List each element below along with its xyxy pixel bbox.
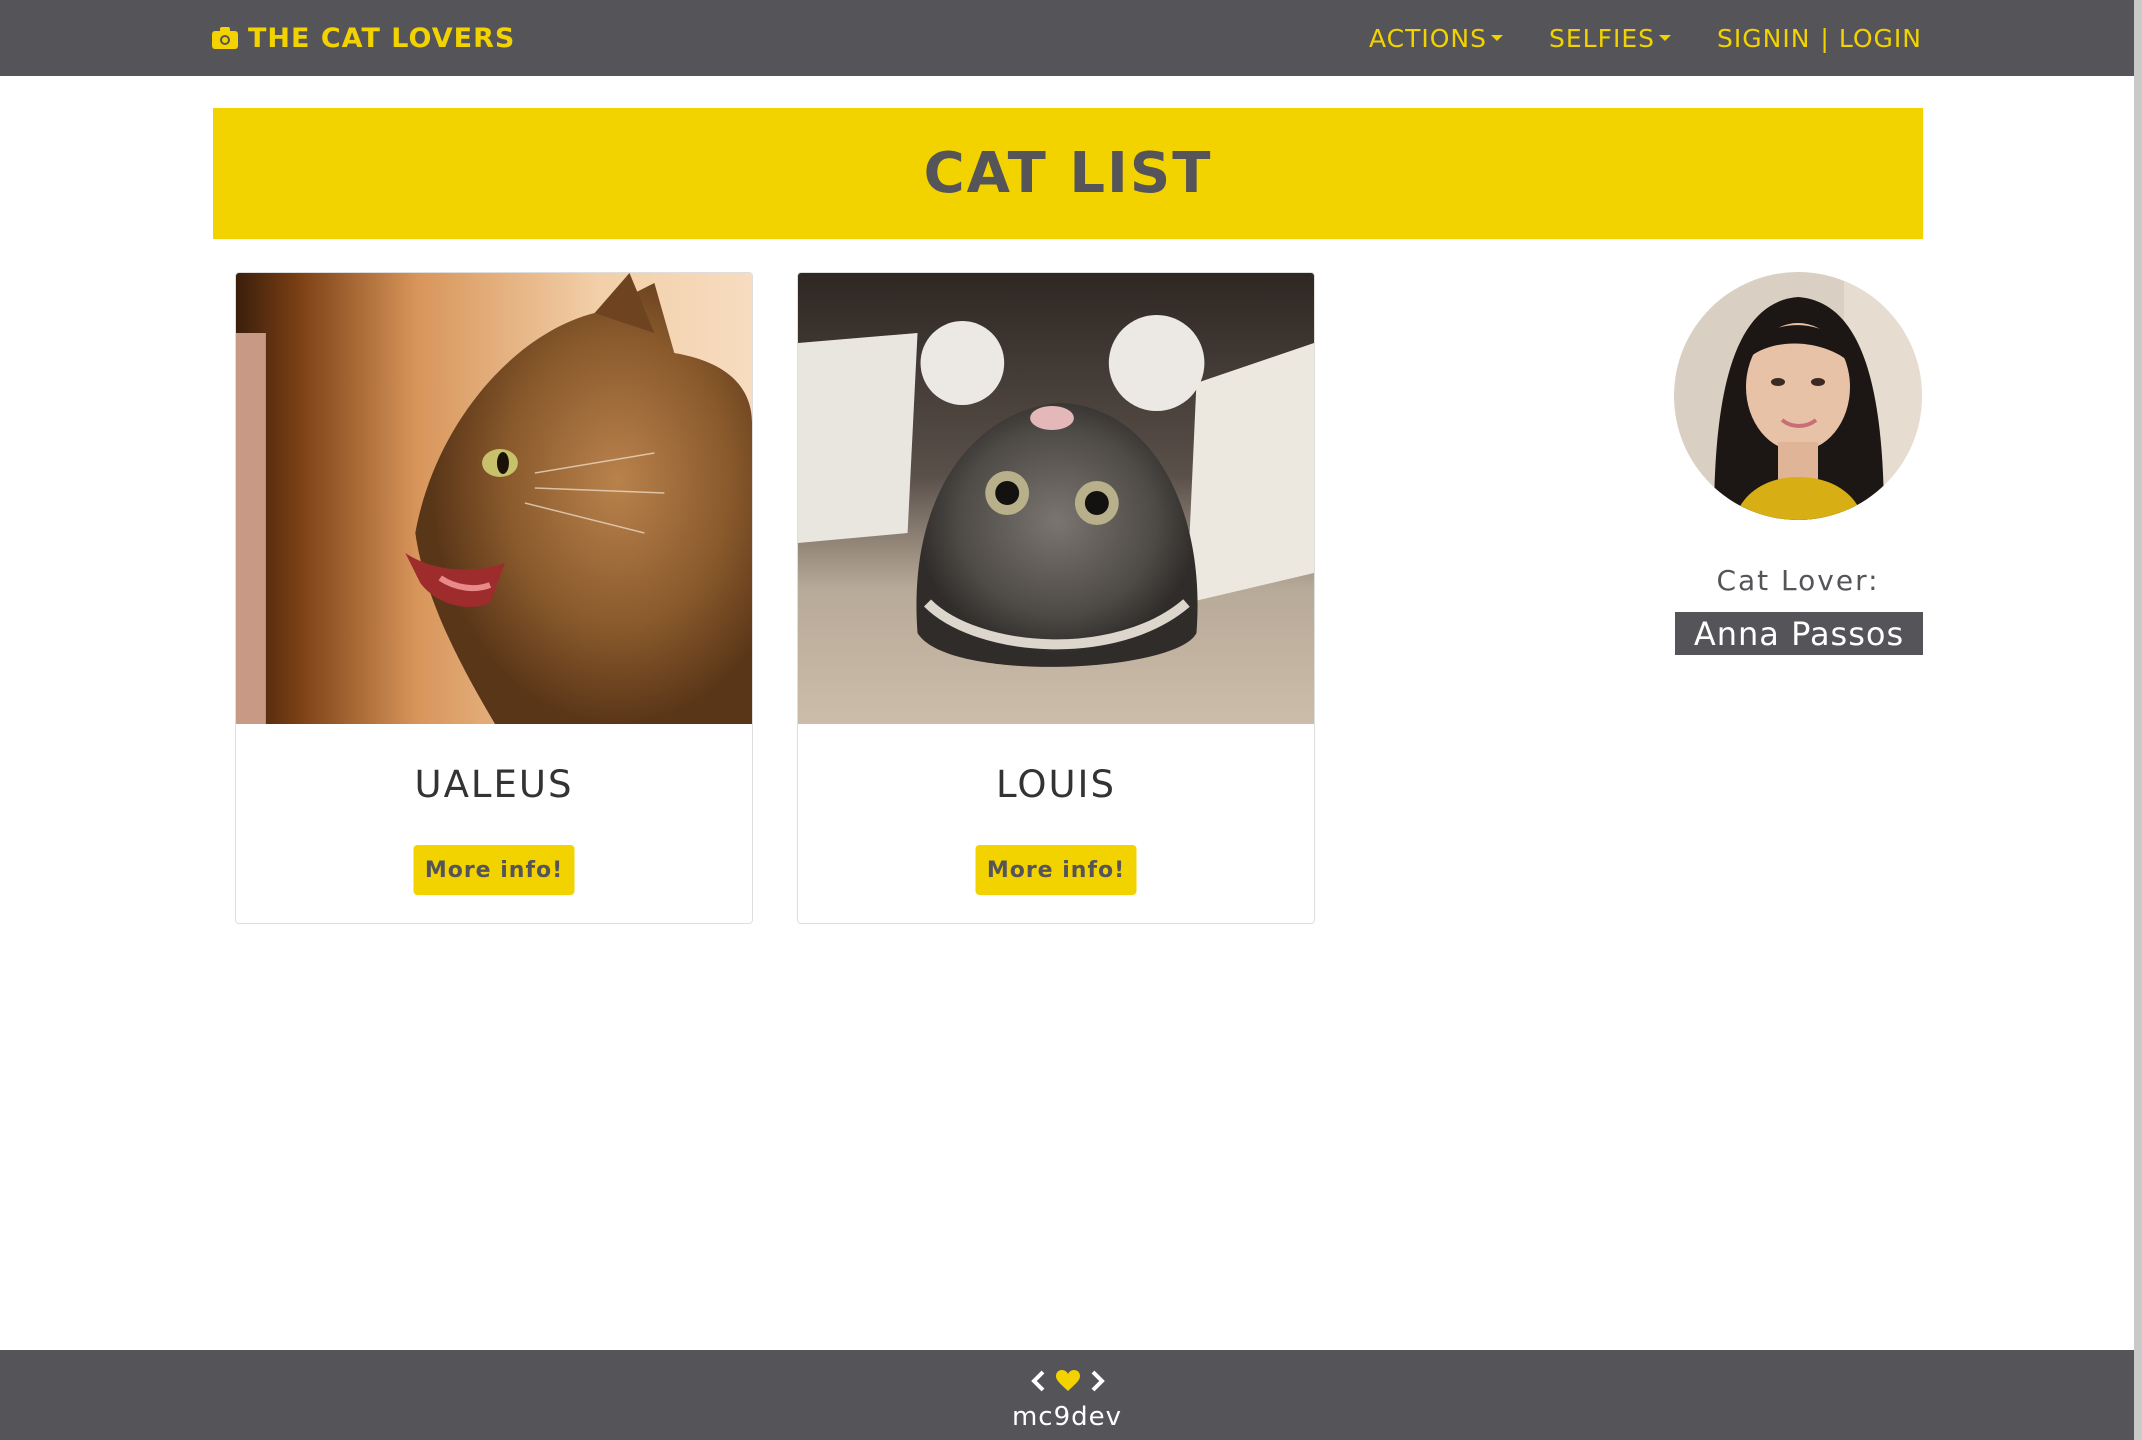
footer: mc9dev xyxy=(0,1350,2134,1440)
cat-card: LOUIS More info! xyxy=(797,272,1315,924)
cat-photo-ualeus xyxy=(236,273,752,724)
footer-icons xyxy=(1018,1368,1118,1398)
camera-icon xyxy=(212,27,238,49)
heart-icon xyxy=(1056,1370,1080,1396)
nav-separator: | xyxy=(1820,23,1829,53)
navbar: THE CAT LOVERS ACTIONS SELFIES SIGNIN | … xyxy=(0,0,2142,76)
nav-auth: SIGNIN | LOGIN xyxy=(1717,24,1922,53)
page-scrollbar[interactable] xyxy=(2134,0,2142,1440)
nav-selfies-dropdown[interactable]: SELFIES xyxy=(1549,24,1671,53)
nav-login-link[interactable]: LOGIN xyxy=(1839,24,1922,53)
nav-links: ACTIONS SELFIES SIGNIN | LOGIN xyxy=(1369,0,1922,76)
more-info-button[interactable]: More info! xyxy=(413,845,575,895)
brand-link[interactable]: THE CAT LOVERS xyxy=(212,0,515,76)
cat-lover-name: Anna Passos xyxy=(1675,612,1923,655)
cat-card: UALEUS More info! xyxy=(235,272,753,924)
chevron-left-icon xyxy=(1030,1370,1046,1396)
avatar xyxy=(1674,272,1922,520)
cat-lover-label: Cat Lover: xyxy=(1716,564,1880,597)
footer-credit: mc9dev xyxy=(1011,1402,1123,1432)
nav-selfies-label: SELFIES xyxy=(1548,23,1655,53)
cat-name: UALEUS xyxy=(414,763,574,806)
cat-photo-louis xyxy=(798,273,1314,724)
more-info-button[interactable]: More info! xyxy=(975,845,1137,895)
nav-signin-link[interactable]: SIGNIN xyxy=(1717,24,1810,53)
page-banner: CAT LIST xyxy=(213,108,1923,239)
cat-name: LOUIS xyxy=(996,763,1116,806)
caret-down-icon xyxy=(1659,35,1671,41)
caret-down-icon xyxy=(1490,35,1503,41)
nav-actions-dropdown[interactable]: ACTIONS xyxy=(1369,24,1503,53)
chevron-right-icon xyxy=(1090,1370,1106,1396)
brand-title: THE CAT LOVERS xyxy=(248,22,516,54)
page-title: CAT LIST xyxy=(923,141,1213,206)
nav-actions-label: ACTIONS xyxy=(1368,23,1487,53)
